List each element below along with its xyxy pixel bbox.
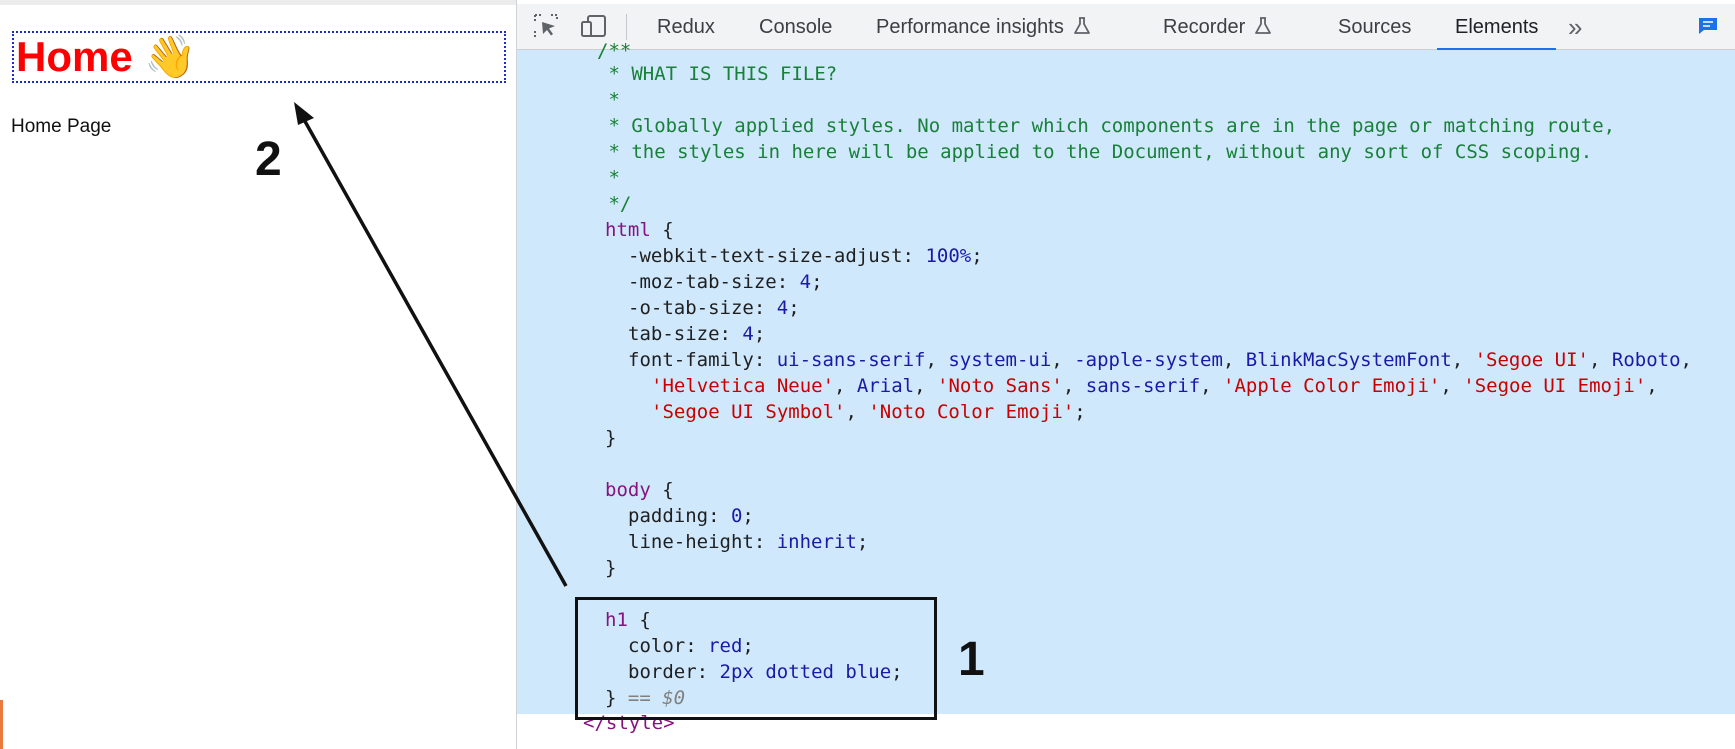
more-tabs-chevron-icon[interactable]: » (1568, 13, 1583, 41)
css-rule-body[interactable]: body { (605, 477, 674, 503)
code-line: } (605, 557, 617, 579)
flask-icon (1073, 16, 1090, 34)
tab-console[interactable]: Console (759, 4, 832, 49)
tab-recorder[interactable]: Recorder (1163, 4, 1273, 49)
tab-redux[interactable]: Redux (657, 4, 715, 49)
tab-performance-insights[interactable]: Performance insights (876, 4, 1092, 49)
tab-elements[interactable]: Elements (1436, 4, 1557, 50)
page-text: Home Page (11, 116, 112, 137)
elements-source-code: /** * WHAT IS THIS FILE? * * Globally ap… (517, 40, 1735, 714)
devtools-toolbar: Redux Console Performance insights Recor… (517, 4, 1735, 50)
page-top-border (0, 0, 516, 5)
css-declaration[interactable]: -moz-tab-size: 4; (628, 269, 823, 295)
css-declaration[interactable]: -webkit-text-size-adjust: 100%; (628, 243, 983, 269)
code-line: * (597, 89, 620, 111)
css-rule-html[interactable]: html { (605, 217, 674, 243)
flask-icon (1255, 16, 1272, 34)
css-declaration[interactable]: line-height: inherit; (628, 529, 868, 555)
tab-console-label: Console (759, 16, 833, 38)
css-declaration-continued: 'Helvetica Neue', Arial, 'Noto Sans', sa… (651, 375, 1658, 397)
css-declaration-continued: 'Segoe UI Symbol', 'Noto Color Emoji'; (651, 401, 1086, 423)
css-declaration[interactable]: font-family: ui-sans-serif, system-ui, -… (628, 347, 1692, 373)
code-line: * Globally applied styles. No matter whi… (597, 115, 1616, 137)
code-line: } == $0 (605, 687, 686, 709)
code-line: * the styles in here will be applied to … (597, 141, 1593, 163)
css-declaration[interactable]: border: 2px dotted blue; (628, 659, 903, 685)
devtools-panel: Redux Console Performance insights Recor… (517, 0, 1735, 749)
tab-sources-label: Sources (1338, 16, 1412, 38)
css-rule-h1[interactable]: h1 { (605, 607, 651, 633)
style-close-tag[interactable]: </style> (583, 710, 675, 736)
tab-performance-insights-label: Performance insights (876, 16, 1064, 38)
css-declaration[interactable]: padding: 0; (628, 503, 754, 529)
code-line: */ (597, 193, 632, 215)
page-preview: Home 👋 Home Page (0, 0, 516, 749)
toolbar-separator (626, 14, 627, 40)
code-line: * (597, 167, 620, 189)
device-toolbar-icon[interactable] (579, 11, 609, 41)
tab-recorder-label: Recorder (1163, 16, 1246, 38)
code-line: } (605, 427, 617, 449)
annotation-number-1: 1 (958, 633, 985, 686)
code-after-selection: </style> (517, 712, 1735, 749)
feedback-icon[interactable] (1697, 16, 1719, 36)
tab-elements-label: Elements (1455, 16, 1539, 38)
screenshot: Home 👋 Home Page Redux Console Performan (0, 0, 1735, 749)
annotation-number-2: 2 (255, 133, 282, 186)
edge-marker (0, 700, 3, 749)
css-declaration[interactable]: tab-size: 4; (628, 321, 765, 347)
css-declaration[interactable]: -o-tab-size: 4; (628, 295, 800, 321)
inspect-element-icon[interactable] (531, 11, 561, 41)
code-line: * WHAT IS THIS FILE? (597, 63, 838, 85)
tab-sources[interactable]: Sources (1338, 4, 1411, 49)
css-declaration[interactable]: color: red; (628, 633, 754, 659)
page-heading: Home 👋 (12, 31, 506, 83)
tab-redux-label: Redux (657, 16, 715, 38)
